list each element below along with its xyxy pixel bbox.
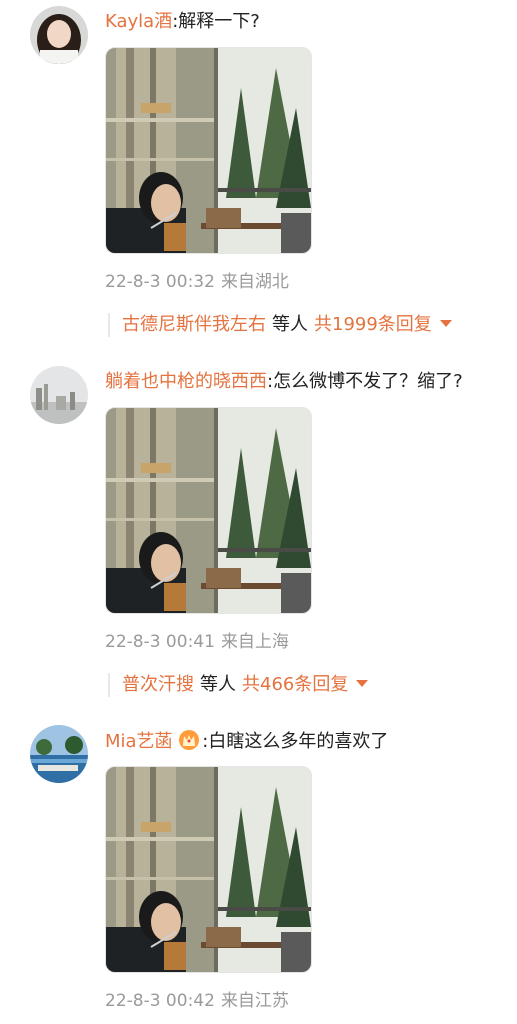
replies-summary[interactable]: 古德尼斯伴我左右 等人 共1999条回复 xyxy=(108,313,452,337)
comment-photo[interactable] xyxy=(105,407,312,614)
comment-text: 白瞎这么多年的喜欢了 xyxy=(208,731,389,752)
comment-location: 来自江苏 xyxy=(220,991,289,1011)
username[interactable]: 躺着也中枪的晓西西 xyxy=(105,371,267,392)
expand-arrow-icon[interactable] xyxy=(356,680,369,687)
comment-photo[interactable] xyxy=(105,47,312,254)
photo-thumbnail-icon xyxy=(106,408,311,613)
expand-arrow-icon[interactable] xyxy=(439,320,452,327)
reply-count[interactable]: 共466条回复 xyxy=(242,674,348,695)
comment-location: 来自上海 xyxy=(220,632,289,652)
username[interactable]: Mia艺菡 xyxy=(105,731,173,752)
avatar[interactable] xyxy=(30,366,88,424)
comment-item: Kayla酒:解释一下? 22-8-3 00:32 来自湖北 古德尼斯伴我左右 等人… xyxy=(0,0,517,340)
comment-line: Kayla酒:解释一下? xyxy=(105,10,260,34)
avatar[interactable] xyxy=(30,725,88,783)
comment-line: 躺着也中枪的晓西西:怎么微博不发了？缩了? xyxy=(105,370,463,394)
replies-summary[interactable]: 普次汗搜 等人 共466条回复 xyxy=(108,673,369,697)
comment-text: 解释一下? xyxy=(178,11,260,32)
reply-user[interactable]: 普次汗搜 xyxy=(122,674,194,695)
reply-middle: 等人 xyxy=(200,674,236,695)
reply-user[interactable]: 古德尼斯伴我左右 xyxy=(122,314,266,335)
comment-text: 怎么微博不发了？缩了? xyxy=(273,371,463,392)
comment-meta: 22-8-3 00:41 来自上海 xyxy=(105,627,289,652)
comment-meta: 22-8-3 00:32 来自湖北 xyxy=(105,267,289,292)
reply-count[interactable]: 共1999条回复 xyxy=(314,314,432,335)
comment-meta: 22-8-3 00:42 来自江苏 xyxy=(105,986,289,1011)
comment-time: 22-8-3 00:42 xyxy=(105,991,215,1011)
photo-thumbnail-icon xyxy=(106,48,311,253)
comment-item: 躺着也中枪的晓西西:怎么微博不发了？缩了? 22-8-3 00:41 来自上海 普… xyxy=(0,360,517,700)
comment-location: 来自湖北 xyxy=(220,272,289,292)
comment-line: Mia艺菡 :白瞎这么多年的喜欢了 xyxy=(105,729,388,754)
crown-icon xyxy=(178,729,200,751)
comment-time: 22-8-3 00:41 xyxy=(105,632,215,652)
comment-time: 22-8-3 00:32 xyxy=(105,272,215,292)
reply-middle: 等人 xyxy=(272,314,308,335)
avatar[interactable] xyxy=(30,6,88,64)
comment-item: Mia艺菡 :白瞎这么多年的喜欢了 22-8-3 00:42 来自江苏 xyxy=(0,719,517,1024)
username[interactable]: Kayla酒 xyxy=(105,11,172,32)
comment-photo[interactable] xyxy=(105,766,312,973)
photo-thumbnail-icon xyxy=(106,767,311,972)
